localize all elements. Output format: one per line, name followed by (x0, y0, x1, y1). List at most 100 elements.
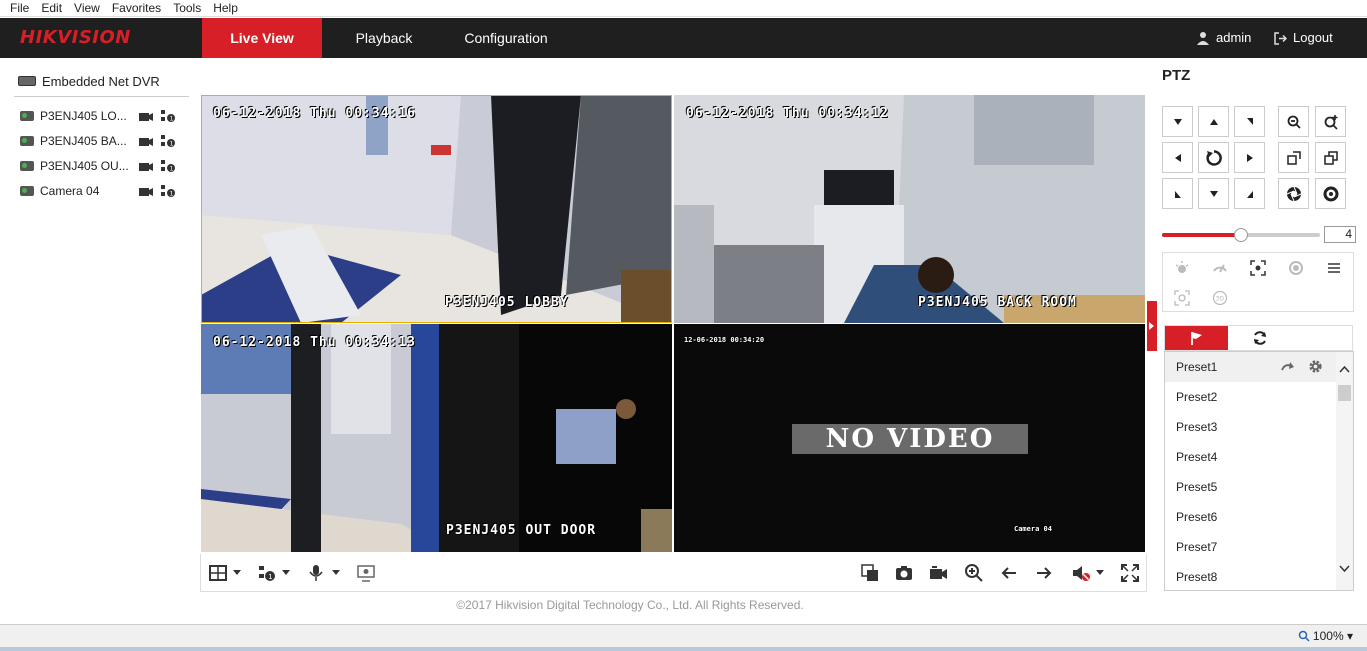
ptz-speed-slider[interactable] (1162, 228, 1320, 242)
video-tile-out-door[interactable]: 06-12-2018 Thu 00:34:13 P3ENJ405 OUT DOO… (201, 324, 672, 552)
camera-item-3[interactable]: P3ENJ405 OU... 1 (14, 153, 189, 178)
scroll-down-icon[interactable] (1338, 564, 1351, 574)
stream-select-icon[interactable]: 1 (160, 184, 176, 198)
ptz-down-right-button[interactable] (1234, 178, 1265, 209)
wiper-button[interactable] (1201, 253, 1239, 282)
camera-item-2[interactable]: P3ENJ405 BA... 1 (14, 128, 189, 153)
tab-patrol[interactable] (1228, 326, 1291, 350)
capture-icon[interactable] (894, 563, 914, 583)
patrol-icon (1254, 331, 1266, 345)
audio-muted-icon[interactable] (1071, 563, 1091, 583)
tab-playback[interactable]: Playback (336, 18, 432, 58)
ptz-auto-scan-button[interactable] (1198, 142, 1229, 173)
ptz-title: PTZ (1162, 67, 1191, 84)
logout-button[interactable]: Logout (1274, 18, 1333, 58)
video-toolbar: 1 (200, 554, 1147, 592)
zoom-control[interactable]: 100% ▾ (1298, 629, 1353, 643)
iris-close-button[interactable] (1315, 178, 1346, 209)
speed-slider-handle[interactable] (1234, 228, 1248, 242)
volume-caret-icon[interactable] (1096, 570, 1104, 575)
tab-live-view[interactable]: Live View (202, 18, 322, 58)
tree-divider (14, 96, 189, 97)
preset-item-3[interactable]: Preset3 (1165, 412, 1337, 442)
menu-tools[interactable]: Tools (173, 1, 201, 15)
menu-edit[interactable]: Edit (41, 1, 62, 15)
preset-item-4[interactable]: Preset4 (1165, 442, 1337, 472)
stream-select-icon[interactable]: 1 (160, 109, 176, 123)
scroll-up-icon[interactable] (1338, 364, 1351, 374)
next-page-icon[interactable] (1034, 563, 1054, 583)
set-preset-gear-icon[interactable] (1308, 359, 1323, 374)
preset-item-5[interactable]: Preset5 (1165, 472, 1337, 502)
tree-root-dvr[interactable]: Embedded Net DVR (14, 70, 189, 92)
microphone-icon[interactable] (306, 563, 326, 583)
record-icon[interactable] (138, 109, 154, 123)
user-menu[interactable]: admin (1196, 18, 1251, 58)
iris-open-button[interactable] (1278, 178, 1309, 209)
microphone-caret-icon[interactable] (332, 570, 340, 575)
menu-file[interactable]: File (10, 1, 29, 15)
focus-far-button[interactable] (1315, 142, 1346, 173)
tab-presets[interactable] (1165, 326, 1228, 350)
taskbar-strip (0, 647, 1367, 651)
window-layout-icon[interactable] (208, 563, 228, 583)
ptz-speed-value[interactable]: 4 (1324, 226, 1356, 243)
live-preview-icon[interactable] (356, 563, 376, 583)
ptz-up-button[interactable] (1198, 106, 1229, 137)
preset-item-8[interactable]: Preset8 (1165, 562, 1337, 590)
ptz-down-left-button[interactable] (1162, 178, 1193, 209)
tab-configuration[interactable]: Configuration (446, 18, 566, 58)
3d-positioning-button[interactable]: 3D (1201, 283, 1239, 312)
preset-item-6[interactable]: Preset6 (1165, 502, 1337, 532)
menu-favorites[interactable]: Favorites (112, 1, 161, 15)
call-preset-icon[interactable] (1281, 360, 1295, 374)
video-tile-lobby[interactable]: 06-12-2018 Thu 00:34:16 P3ENJ405 LOBBY (201, 95, 672, 323)
preset-item-2[interactable]: Preset2 (1165, 382, 1337, 412)
record-icon[interactable] (138, 134, 154, 148)
preset-item-1[interactable]: Preset1 (1165, 352, 1337, 382)
camera-item-1[interactable]: P3ENJ405 LO... 1 (14, 103, 189, 128)
previous-page-icon[interactable] (999, 563, 1019, 583)
menu-help[interactable]: Help (213, 1, 238, 15)
user-icon (1197, 32, 1209, 45)
tab-pattern[interactable] (1291, 326, 1354, 350)
preset-scrollbar-thumb[interactable] (1338, 385, 1351, 401)
dvr-icon (18, 76, 36, 86)
digital-zoom-icon[interactable] (964, 563, 984, 583)
preset-scrollbar[interactable] (1336, 352, 1353, 590)
logout-label: Logout (1293, 30, 1333, 45)
lens-init-button[interactable] (1277, 253, 1315, 282)
focus-near-button[interactable] (1278, 142, 1309, 173)
fullscreen-icon[interactable] (1120, 563, 1140, 583)
collapse-ptz-panel-button[interactable] (1147, 301, 1157, 351)
stream-type-icon[interactable]: 1 (257, 563, 277, 583)
zoom-dropdown-icon[interactable]: ▾ (1347, 629, 1353, 643)
window-layout-caret-icon[interactable] (233, 570, 241, 575)
record-icon[interactable] (138, 159, 154, 173)
record-icon[interactable] (138, 184, 154, 198)
camera-online-icon (20, 185, 34, 196)
ptz-left-button[interactable] (1162, 142, 1193, 173)
preset-item-7[interactable]: Preset7 (1165, 532, 1337, 562)
video-tile-camera-04[interactable]: 12-06-2018 00:34:20 NO VIDEO Camera 04 (674, 324, 1145, 552)
auxiliary-focus-button[interactable] (1239, 253, 1277, 282)
video-tile-back-room[interactable]: 06-12-2018 Thu 00:34:12 P3ENJ405 BACK RO… (674, 95, 1145, 323)
ptz-up-right-button[interactable] (1234, 106, 1265, 137)
stream-type-caret-icon[interactable] (282, 570, 290, 575)
svg-text:1: 1 (170, 115, 174, 122)
camera-label: P3ENJ405 OU... (40, 158, 129, 173)
menu-view[interactable]: View (74, 1, 100, 15)
manual-tracking-button[interactable] (1163, 283, 1201, 312)
camera-item-4[interactable]: Camera 04 1 (14, 178, 189, 203)
ptz-up-left-button[interactable] (1162, 106, 1193, 137)
stream-select-icon[interactable]: 1 (160, 134, 176, 148)
light-button[interactable] (1163, 253, 1201, 282)
menu-button[interactable] (1315, 253, 1353, 282)
record-all-icon[interactable] (928, 563, 948, 583)
stop-all-preview-icon[interactable] (860, 563, 880, 583)
stream-select-icon[interactable]: 1 (160, 159, 176, 173)
ptz-down-button[interactable] (1198, 178, 1229, 209)
zoom-in-button[interactable] (1315, 106, 1346, 137)
zoom-out-button[interactable] (1278, 106, 1309, 137)
ptz-right-button[interactable] (1234, 142, 1265, 173)
